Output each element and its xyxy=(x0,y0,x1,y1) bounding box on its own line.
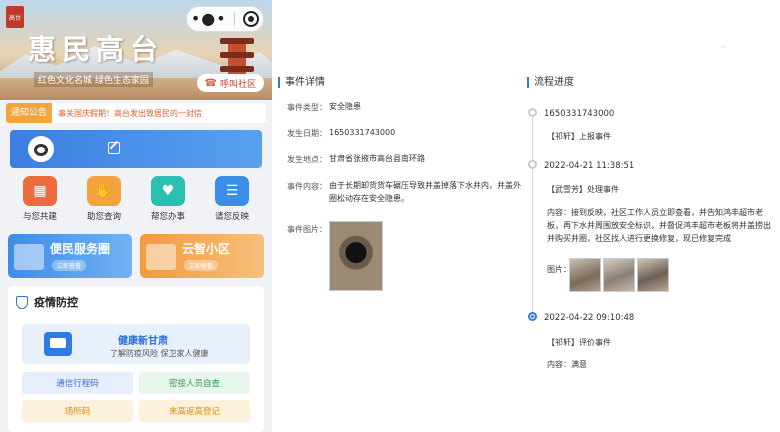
shield-icon xyxy=(16,295,28,309)
event-detail-title: 事件详情 xyxy=(278,77,325,88)
timeline-line xyxy=(532,110,533,320)
timeline-node xyxy=(528,108,537,117)
message-icon: ☰ xyxy=(215,176,249,206)
mini-program-home: 高台 •●• 惠民高台 红色文化名城 绿色生态家园 ☎ 呼叫社区 通知公告 事关… xyxy=(0,0,272,432)
more-icon[interactable]: •●• xyxy=(191,11,227,27)
field-label-location: 发生地点： xyxy=(287,155,327,164)
grid-item-service[interactable]: ♥ 帮您办事 xyxy=(140,176,196,228)
hand-search-icon: ✋ xyxy=(87,176,121,206)
field-label-type: 事件类型： xyxy=(287,103,327,112)
step-date: 1650331743000 xyxy=(544,109,615,119)
smart-community-card[interactable]: 云智小区 立即查看 xyxy=(140,234,264,278)
avatar[interactable] xyxy=(28,136,54,162)
heart-hands-icon: ♥ xyxy=(151,176,185,206)
mini-program-capsule[interactable]: •●• xyxy=(186,6,264,32)
step-actor: 【祁轩】上报事件 xyxy=(547,132,611,141)
process-photo[interactable] xyxy=(603,258,635,292)
field-value-content: 由于长期卸货货车碾压导致井盖掉落下水井内，井盖外圈松动存在安全隐患。 xyxy=(329,181,521,203)
field-label-date: 发生日期： xyxy=(287,129,327,138)
notice-text[interactable]: 事关国庆假期！高台发出致居民的一封信 xyxy=(52,108,202,119)
epidemic-buttons: 通信行程码 密接人员自查 场所码 来高返高登记 xyxy=(22,372,250,422)
logo: 高台 xyxy=(6,6,24,28)
field-value-type: 安全隐患 xyxy=(329,102,361,111)
field-label-image: 事件图片： xyxy=(287,225,327,234)
close-contact-check-button[interactable]: 密接人员自查 xyxy=(139,372,250,394)
epidemic-section: 疫情防控 健康新甘肃 了解防疫风险 保卫家人健康 通信行程码 密接人员自查 场所… xyxy=(8,286,264,432)
step-content: 内容：接到反映，社区工作人员立即查看，并告知鸿丰超市老板，再下水井周围放安全标识… xyxy=(547,208,771,243)
grid-item-build[interactable]: ▦ 与您共建 xyxy=(12,176,68,228)
field-value-location: 甘肃省张掖市高台县南环路 xyxy=(329,154,425,163)
timeline-node xyxy=(528,160,537,169)
feature-cards: 便民服务圈 立即查看 云智小区 立即查看 xyxy=(8,234,264,278)
grid-item-feedback[interactable]: ☰ 请您反映 xyxy=(204,176,260,228)
convenience-service-card[interactable]: 便民服务圈 立即查看 xyxy=(8,234,132,278)
notice-tag: 通知公告 xyxy=(6,103,53,123)
banner-subtitle: 红色文化名城 绿色生态家园 xyxy=(34,72,153,87)
venue-code-button[interactable]: 场所码 xyxy=(22,400,133,422)
step-content: 内容：满意 xyxy=(547,360,587,369)
user-profile-card[interactable] xyxy=(10,130,262,168)
process-photo[interactable] xyxy=(637,258,669,292)
city-illustration xyxy=(14,244,44,270)
field-value-date: 1650331743000 xyxy=(329,128,396,137)
building-icon: ▦ xyxy=(23,176,57,206)
step-date: 2022-04-21 11:38:51 xyxy=(544,161,635,171)
step-date: 2022-04-22 09:10:48 xyxy=(544,313,635,323)
timeline-node-active xyxy=(528,312,537,321)
event-photo[interactable] xyxy=(329,221,383,291)
banner: 高台 •●• 惠民高台 红色文化名城 绿色生态家园 ☎ 呼叫社区 xyxy=(0,0,272,100)
field-label-content: 事件内容： xyxy=(287,182,327,191)
phone-icon: ☎ xyxy=(204,77,217,89)
health-app-icon xyxy=(44,332,72,356)
travel-code-button[interactable]: 通信行程码 xyxy=(22,372,133,394)
building-illustration xyxy=(146,244,176,270)
more-icon: ⋯ xyxy=(720,43,728,51)
step-actor: 【祁轩】评价事件 xyxy=(547,338,611,347)
process-photo[interactable] xyxy=(569,258,601,292)
arrival-registration-button[interactable]: 来高返高登记 xyxy=(139,400,250,422)
call-community-button[interactable]: ☎ 呼叫社区 xyxy=(196,74,264,92)
service-grid: ▦ 与您共建 ✋ 助您查询 ♥ 帮您办事 ☰ 请您反映 xyxy=(8,176,264,228)
progress-title: 流程进度 xyxy=(527,77,574,88)
close-target-icon[interactable] xyxy=(243,11,260,27)
grid-item-query[interactable]: ✋ 助您查询 xyxy=(76,176,132,228)
edit-icon[interactable] xyxy=(108,142,120,154)
step-images-label: 图片： xyxy=(547,265,571,274)
step-actor: 【武雪芳】处理事件 xyxy=(547,185,619,194)
health-gansu-banner[interactable]: 健康新甘肃 了解防疫风险 保卫家人健康 xyxy=(22,324,250,364)
epidemic-title: 疫情防控 xyxy=(34,296,78,309)
banner-title: 惠民高台 xyxy=(28,33,165,66)
notice-bar[interactable]: 通知公告 事关国庆假期！高台发出致居民的一封信 xyxy=(6,103,266,123)
